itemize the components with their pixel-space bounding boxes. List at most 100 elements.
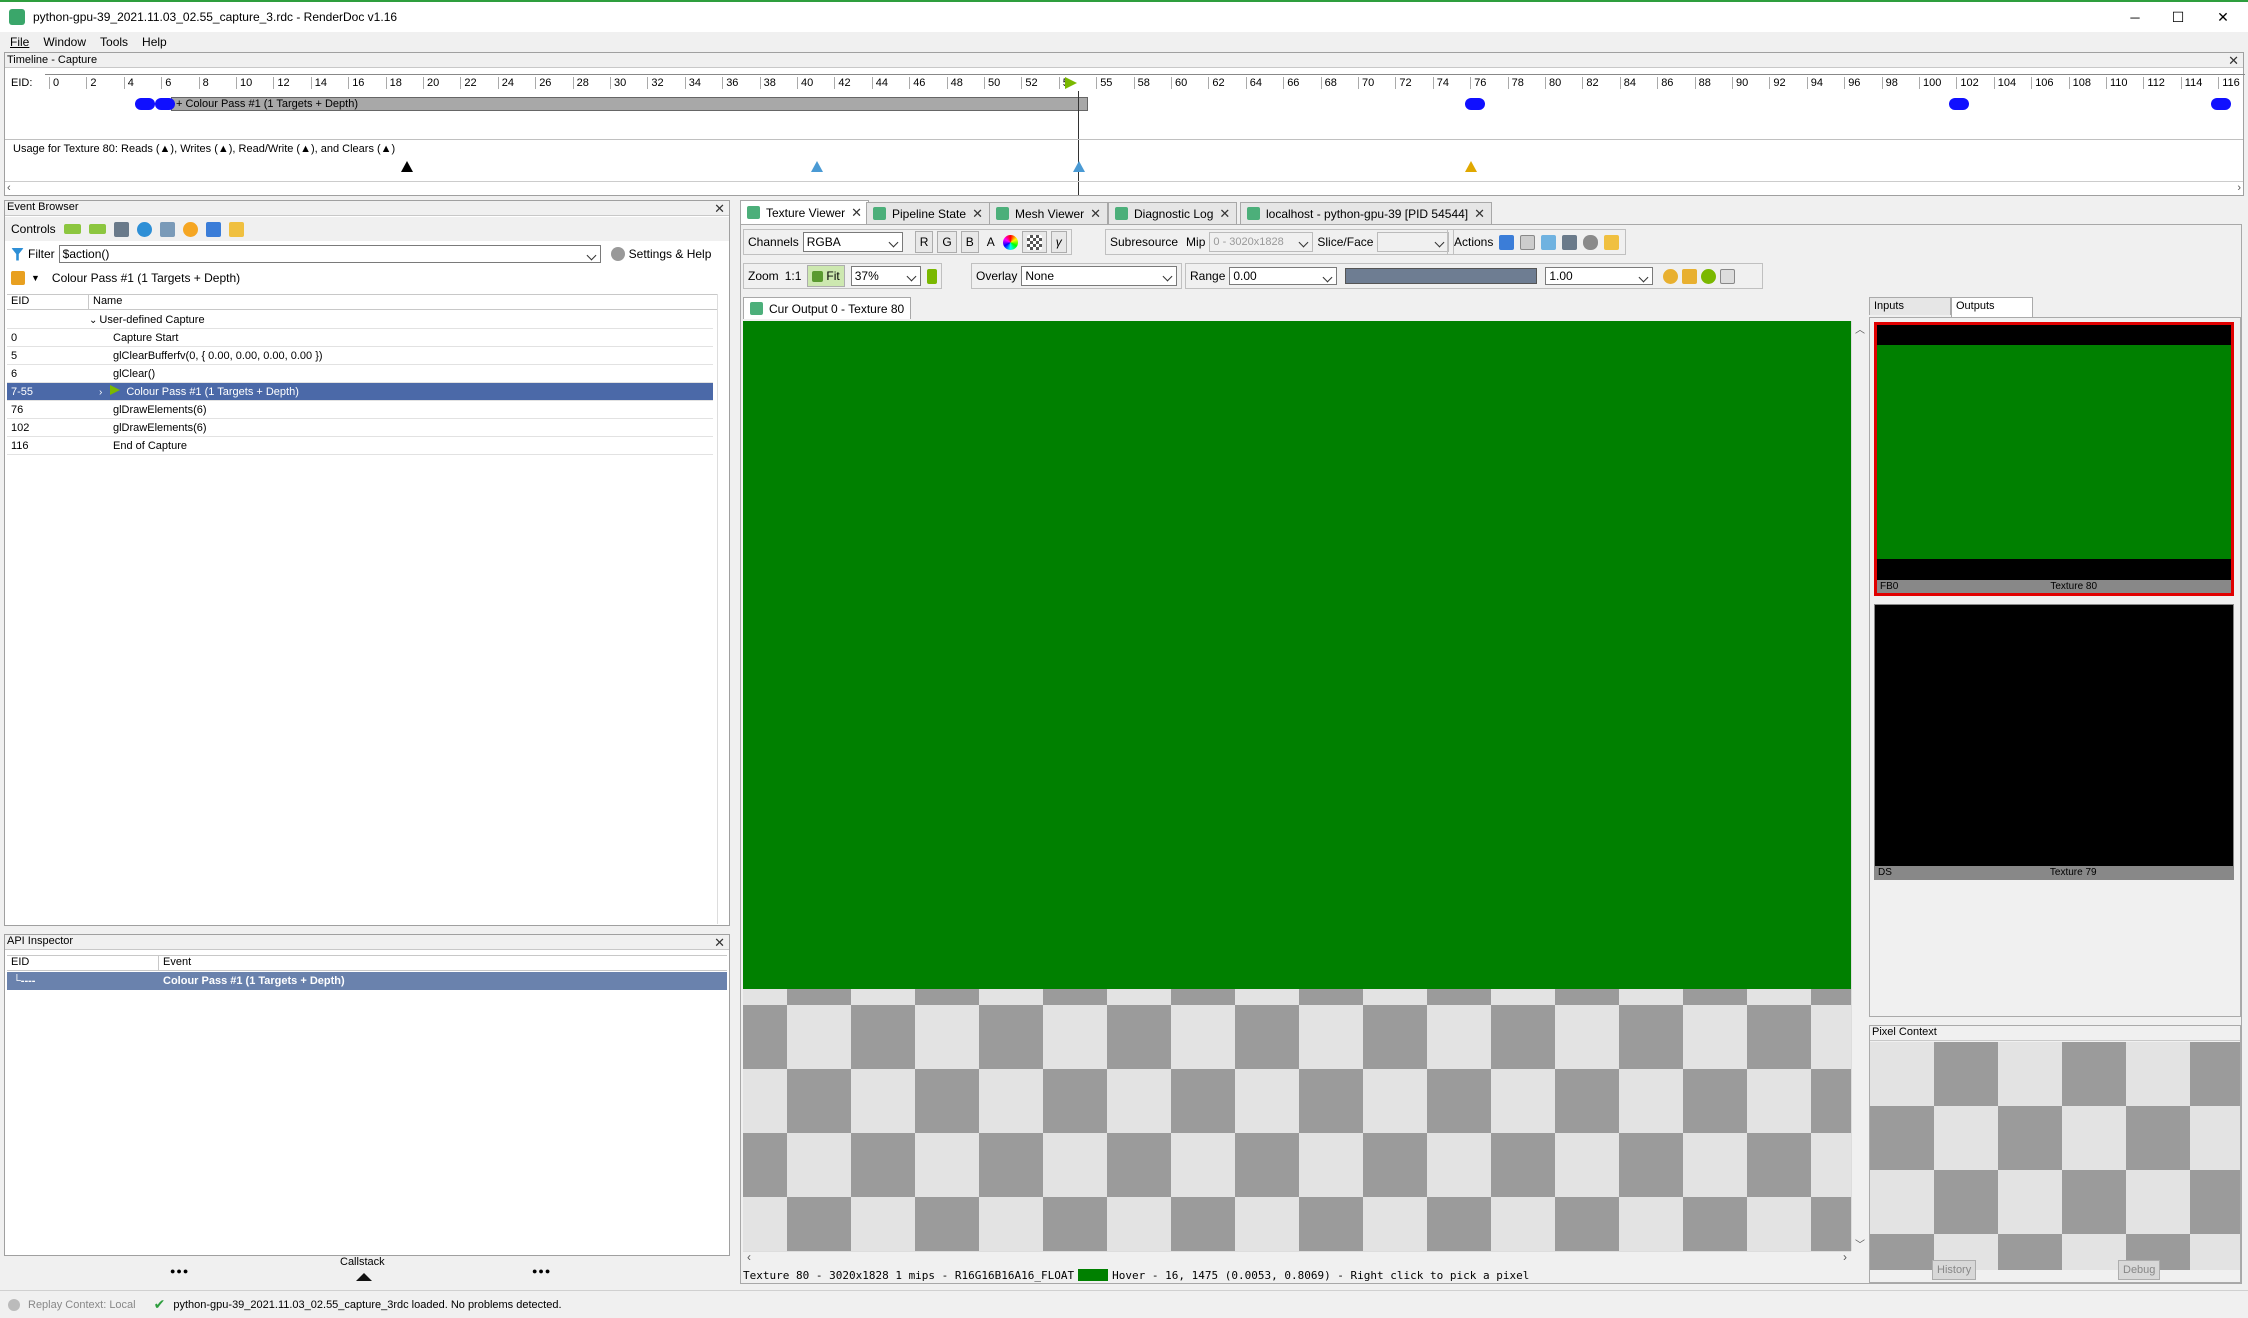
table-row[interactable]: 6 glClear() [7, 365, 713, 383]
save-icon[interactable] [205, 221, 221, 237]
table-row[interactable]: 5 glClearBufferfv(0, { 0.00, 0.00, 0.00, … [7, 347, 713, 365]
settings-help-button[interactable]: Settings & Help [629, 247, 712, 261]
timeline-close-icon[interactable]: ✕ [2228, 54, 2239, 67]
api-inspector-close-icon[interactable]: ✕ [714, 936, 725, 949]
minimize-button[interactable]: ─ [2120, 6, 2150, 28]
event-marker[interactable] [2211, 98, 2231, 110]
table-row-selected[interactable]: 7-55 › Colour Pass #1 (1 Targets + Depth) [7, 383, 713, 401]
histogram-icon[interactable] [1720, 268, 1736, 284]
colorize-icon[interactable] [228, 221, 244, 237]
maximize-button[interactable]: ☐ [2163, 6, 2193, 28]
more-dots-icon[interactable]: ●●● [532, 1266, 551, 1276]
reset-icon[interactable] [1701, 268, 1717, 284]
event-marker[interactable] [135, 98, 155, 110]
callstack-expand-icon[interactable] [356, 1273, 372, 1281]
history-button[interactable]: History [1932, 1260, 1977, 1280]
channel-r-toggle[interactable]: R [914, 231, 934, 253]
close-icon[interactable]: ✕ [1090, 207, 1101, 220]
chevron-down-icon[interactable]: ⌄ [89, 315, 97, 326]
col-eid[interactable]: EID [7, 295, 89, 309]
output-thumbnail-selected[interactable]: FB0 Texture 80 [1874, 322, 2234, 596]
cur-output-tab[interactable]: Cur Output 0 - Texture 80 [743, 297, 912, 319]
debug-button[interactable]: Debug [2118, 1260, 2161, 1280]
close-icon[interactable]: ✕ [1219, 207, 1230, 220]
bookmark-icon[interactable] [159, 221, 175, 237]
tab-mesh-viewer[interactable]: Mesh Viewer ✕ [989, 202, 1109, 224]
channels-select[interactable]: RGBA [802, 232, 903, 252]
range-max-input[interactable]: 1.00 [1545, 267, 1654, 285]
tab-pipeline-state[interactable]: Pipeline State ✕ [866, 202, 990, 224]
col-name[interactable]: Name [89, 295, 122, 309]
link-icon[interactable] [1583, 234, 1599, 250]
close-icon[interactable]: ✕ [1474, 207, 1485, 220]
gear-icon[interactable] [610, 247, 625, 261]
slice-face-select[interactable] [1377, 232, 1450, 252]
channel-b-toggle[interactable]: B [960, 231, 979, 253]
close-window-button[interactable]: ✕ [2208, 6, 2238, 28]
menu-window[interactable]: Window [43, 35, 86, 49]
event-marker[interactable] [1465, 98, 1485, 110]
texture-hscrollbar[interactable]: ‹ › [743, 1250, 1851, 1265]
chevron-down-icon[interactable]: ▼ [31, 273, 40, 283]
open-icon[interactable] [1541, 234, 1557, 250]
zoom-select[interactable]: 37% [850, 266, 921, 286]
find-icon[interactable] [1562, 234, 1578, 250]
texture-canvas[interactable] [743, 321, 1851, 1251]
zoom-1to1-button[interactable]: 1:1 [785, 269, 802, 283]
close-icon[interactable]: ✕ [851, 206, 862, 219]
pixel-context-view[interactable] [1870, 1042, 2240, 1270]
table-row[interactable]: 116 End of Capture [7, 437, 713, 455]
table-row[interactable]: ⌄ User-defined Capture [7, 311, 713, 329]
menu-file[interactable]: File [10, 35, 29, 49]
find-icon[interactable] [113, 221, 129, 237]
channel-g-toggle[interactable]: G [937, 231, 957, 253]
settings-icon[interactable] [1604, 234, 1620, 250]
tab-diagnostic-log[interactable]: Diagnostic Log ✕ [1108, 202, 1238, 224]
range-slider[interactable] [1345, 268, 1538, 284]
copy-icon[interactable] [1520, 234, 1536, 250]
flip-icon[interactable] [926, 268, 937, 284]
tab-inputs[interactable]: Inputs [1869, 297, 1951, 315]
table-row[interactable]: 0 Capture Start [7, 329, 713, 347]
tab-connection[interactable]: localhost - python-gpu-39 [PID 54544] ✕ [1240, 202, 1493, 224]
api-row-selected[interactable]: └---- Colour Pass #1 (1 Targets + Depth) [7, 972, 727, 990]
more-dots-icon[interactable]: ●●● [170, 1266, 189, 1276]
timeline-scrollbar[interactable]: ‹ › [5, 181, 2243, 195]
event-list-scrollbar[interactable] [717, 294, 729, 924]
event-marker[interactable] [1949, 98, 1969, 110]
tab-texture-viewer[interactable]: Texture Viewer ✕ [740, 200, 870, 224]
table-row[interactable]: 102 glDrawElements(6) [7, 419, 713, 437]
output-thumbnail[interactable]: DS Texture 79 [1874, 604, 2234, 880]
next-event-icon[interactable] [88, 224, 106, 234]
save-texture-icon[interactable] [1499, 234, 1515, 250]
event-browser-close-icon[interactable]: ✕ [714, 202, 725, 215]
mip-select[interactable]: 0 - 3020x1828 [1209, 232, 1314, 252]
col-event[interactable]: Event [159, 956, 191, 970]
chevron-right-icon[interactable]: › [99, 387, 102, 398]
overlay-select[interactable]: None [1021, 266, 1178, 286]
timeline-pass-bar[interactable]: + Colour Pass #1 (1 Targets + Depth) [171, 97, 1088, 111]
auto-fit-icon[interactable] [1682, 268, 1698, 284]
channel-a-toggle[interactable]: A [983, 235, 999, 249]
home-icon[interactable] [11, 271, 25, 285]
table-row[interactable]: 76 glDrawElements(6) [7, 401, 713, 419]
checkerboard-toggle[interactable] [1021, 231, 1047, 253]
replay-context-label[interactable]: Replay Context: Local [28, 1299, 136, 1311]
fit-toggle[interactable]: Fit [807, 265, 845, 287]
col-eid[interactable]: EID [7, 956, 159, 970]
gamma-toggle[interactable]: γ [1050, 231, 1067, 253]
color-wheel-icon[interactable] [1002, 234, 1018, 250]
menu-help[interactable]: Help [142, 35, 167, 49]
goto-eid-icon[interactable] [136, 221, 152, 237]
prev-event-icon[interactable] [63, 224, 81, 234]
event-marker[interactable] [155, 98, 175, 110]
texture-vscrollbar[interactable]: ︿ ﹀ [1851, 321, 1865, 1251]
zoom-range-icon[interactable] [1663, 268, 1679, 284]
range-min-input[interactable]: 0.00 [1229, 267, 1338, 285]
menu-tools[interactable]: Tools [100, 35, 128, 49]
close-icon[interactable]: ✕ [972, 207, 983, 220]
tab-outputs[interactable]: Outputs [1951, 297, 2033, 317]
filter-input[interactable]: $action() [58, 245, 601, 263]
callstack-label[interactable]: Callstack [340, 1256, 385, 1268]
timer-icon[interactable] [182, 221, 198, 237]
